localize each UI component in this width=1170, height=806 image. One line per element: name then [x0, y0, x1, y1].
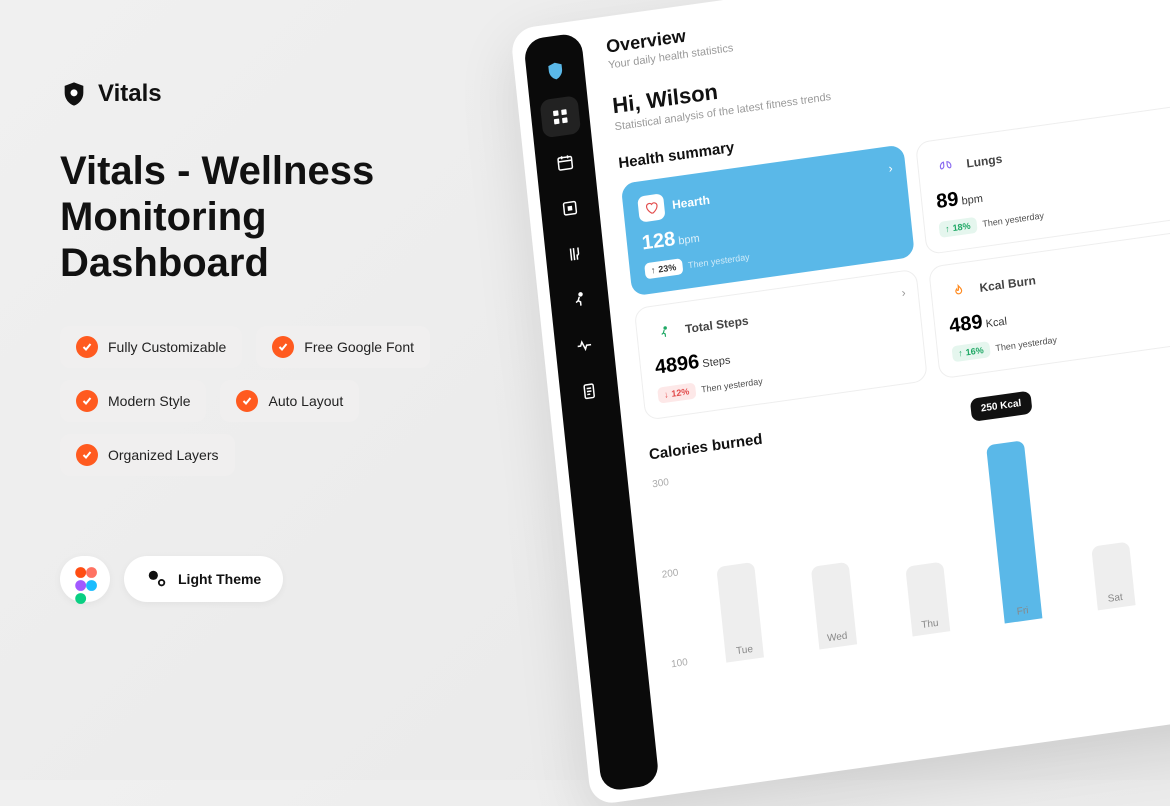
theme-pill: Light Theme: [124, 556, 283, 602]
chevron-right-icon[interactable]: ›: [901, 285, 906, 299]
sidebar-item-heart[interactable]: [564, 324, 606, 367]
y-tick: 300: [652, 477, 670, 490]
chevron-right-icon[interactable]: ›: [888, 161, 893, 175]
flame-icon: [944, 276, 972, 305]
check-icon: [76, 390, 98, 412]
bar-column[interactable]: Thu: [872, 437, 971, 639]
main-content: Overview Your daily health statistics Hi…: [579, 0, 1170, 796]
theme-icon: [146, 568, 168, 590]
delta-badge: ↑ 18%: [938, 217, 977, 238]
chart-title: Calories burned: [648, 431, 763, 464]
feature-item: Organized Layers: [60, 434, 235, 476]
feature-item: Auto Layout: [220, 380, 359, 422]
sidebar-item-nutrition[interactable]: [554, 232, 596, 275]
x-tick: Tue: [736, 644, 754, 657]
sidebar-item-inbox[interactable]: [549, 187, 591, 230]
sidebar-logo[interactable]: [535, 49, 577, 92]
bar-column[interactable]: Tue: [686, 463, 785, 665]
lungs-icon: [931, 152, 959, 181]
feature-list: Fully Customizable Free Google Font Mode…: [60, 326, 480, 476]
card-heart[interactable]: Hearth › 128bpm ↑ 23%Then yesterday: [621, 144, 915, 296]
headline: Vitals - Wellness Monitoring Dashboard: [60, 148, 480, 286]
card-steps[interactable]: Total Steps › 4896Steps ↓ 12%Then yester…: [634, 269, 928, 421]
x-tick: Fri: [1016, 605, 1029, 618]
figma-pill: [60, 556, 110, 602]
heart-icon: [637, 193, 665, 222]
brand: Vitals: [60, 80, 480, 108]
feature-item: Free Google Font: [256, 326, 430, 368]
bottom-pills: Light Theme: [60, 556, 480, 602]
feature-item: Modern Style: [60, 380, 206, 422]
bar: [986, 440, 1042, 623]
bar-column[interactable]: Wed: [779, 450, 878, 652]
sidebar-item-calendar[interactable]: [544, 141, 586, 184]
y-tick: 200: [661, 567, 679, 580]
y-tick: 100: [671, 657, 689, 670]
running-icon: [650, 318, 678, 347]
check-icon: [76, 336, 98, 358]
delta-badge: ↑ 23%: [644, 258, 683, 279]
y-axis: 300 200 100: [652, 477, 692, 698]
chart-tooltip: 250 Kcal: [970, 390, 1032, 421]
feature-item: Fully Customizable: [60, 326, 242, 368]
check-icon: [236, 390, 258, 412]
calories-chart: Calories burned 300200100 TueWedThu250 K…: [648, 365, 1170, 698]
delta-badge: ↑ 16%: [951, 341, 990, 362]
shield-icon: [60, 80, 88, 108]
bar-column[interactable]: 250 KcalFri: [964, 424, 1063, 626]
x-tick: Sat: [1107, 592, 1123, 605]
sidebar-item-activity[interactable]: [559, 278, 601, 321]
check-icon: [272, 336, 294, 358]
bar-column[interactable]: Sat: [1057, 411, 1156, 613]
card-kcal[interactable]: Kcal Burn › 489Kcal ↑ 16%Then yesterday: [928, 227, 1170, 379]
sidebar-item-dashboard[interactable]: [540, 95, 582, 138]
brand-name: Vitals: [98, 80, 162, 108]
promo-panel: Vitals Vitals - Wellness Monitoring Dash…: [60, 80, 480, 602]
sidebar-item-reports[interactable]: [568, 370, 610, 413]
bar-column[interactable]: Sun: [1150, 398, 1170, 600]
figma-icon: [72, 566, 98, 592]
check-icon: [76, 444, 98, 466]
card-lungs[interactable]: Lungs › 89bpm ↑ 18%Then yesterday: [915, 103, 1170, 255]
delta-badge: ↓ 12%: [657, 383, 696, 404]
dashboard-window: Overview Your daily health statistics Hi…: [510, 0, 1170, 806]
